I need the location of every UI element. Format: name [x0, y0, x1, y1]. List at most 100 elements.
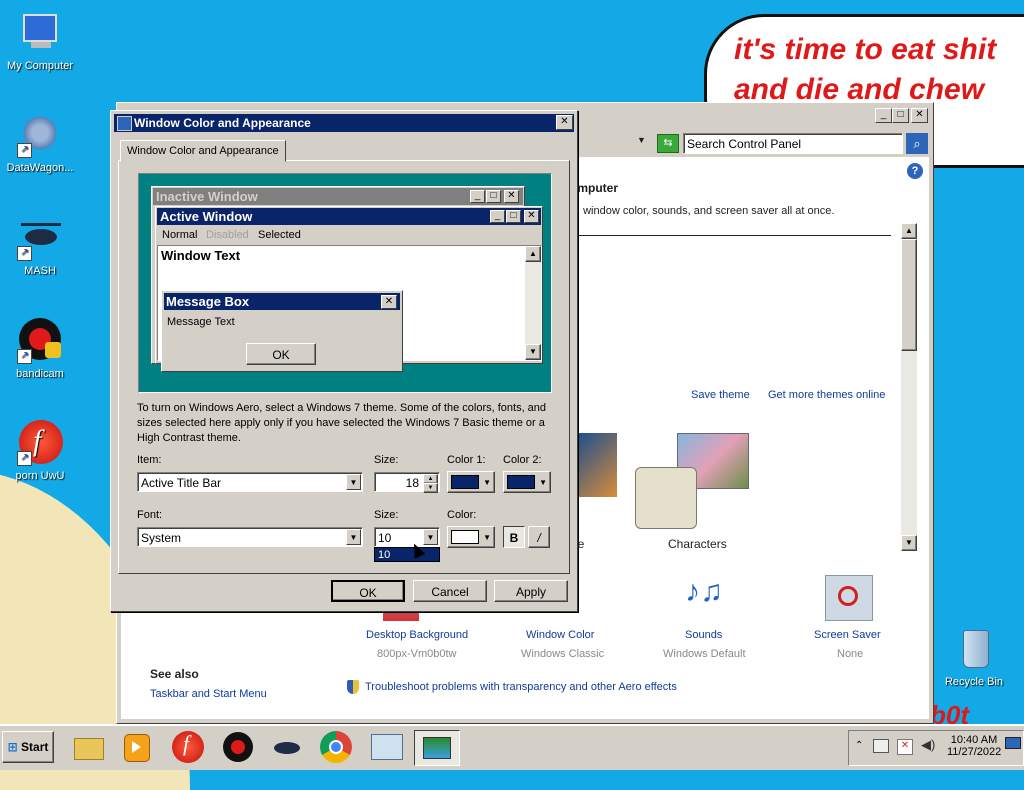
desktop-icon-label: porn UwU	[15, 470, 65, 482]
file-explorer-icon[interactable]	[70, 730, 106, 764]
shortcut-arrow-icon: ↗	[17, 246, 32, 261]
tab-panel: Inactive Window _ □ ✕ Active Window _ □ …	[118, 160, 570, 574]
preview-message-box: Message Box ✕ Message Text OK	[161, 290, 403, 372]
color1-swatch	[451, 475, 479, 489]
help-icon[interactable]: ?	[907, 163, 923, 179]
chevron-down-icon[interactable]: ▼	[346, 474, 361, 490]
preview-close-icon: ✕	[504, 190, 519, 203]
search-placeholder: Search Control Panel	[687, 137, 802, 151]
action-center-icon[interactable]: ✕	[897, 739, 913, 755]
scroll-up-arrow-icon[interactable]: ▲	[901, 223, 917, 239]
flash-player-icon[interactable]: f	[170, 730, 206, 764]
color2-label: Color 2:	[503, 454, 542, 466]
preview-inactive-title: Inactive Window	[153, 188, 523, 205]
chevron-up-icon[interactable]: ⌃	[855, 740, 863, 751]
apply-button[interactable]: Apply	[494, 580, 568, 602]
color1-picker[interactable]: ▼	[447, 471, 495, 493]
chevron-down-icon[interactable]: ▼	[346, 529, 361, 545]
dialog-app-icon	[117, 116, 132, 131]
speech-line-1: it's time to eat shit	[734, 33, 997, 66]
computer-icon	[17, 10, 63, 56]
start-button[interactable]: ⊞ Start	[2, 731, 54, 763]
dialog-title: Window Color and Appearance	[134, 116, 311, 130]
dialog-titlebar[interactable]: Window Color and Appearance ✕	[114, 114, 574, 132]
maximize-button[interactable]: □	[892, 108, 909, 123]
helicopter-icon: ↗	[17, 215, 63, 261]
cancel-button[interactable]: Cancel	[413, 580, 487, 602]
media-player-icon[interactable]	[118, 730, 154, 764]
troubleshoot-aero-link[interactable]: Troubleshoot problems with transparency …	[365, 681, 677, 693]
close-button[interactable]: ✕	[911, 108, 928, 123]
sounds-link[interactable]: Sounds	[685, 629, 722, 641]
theme-thumbnail-characters[interactable]	[635, 467, 697, 529]
show-desktop-icon[interactable]	[1005, 737, 1021, 749]
window-color-link[interactable]: Window Color	[526, 629, 594, 641]
shield-icon	[347, 680, 359, 694]
font-color-label: Color:	[447, 509, 477, 521]
font-size-select[interactable]: 10 ▼	[374, 527, 440, 547]
search-icon[interactable]: ⌕	[906, 133, 928, 154]
recycle-bin-icon	[951, 626, 997, 672]
get-more-themes-link[interactable]: Get more themes online	[768, 389, 885, 401]
font-select[interactable]: System ▼	[137, 527, 363, 547]
page-description: , window color, sounds, and screen saver…	[577, 205, 835, 217]
chrome-icon[interactable]	[318, 730, 354, 764]
windows-logo-icon: ⊞	[7, 740, 18, 754]
spinner-down-icon[interactable]: ▼	[423, 483, 438, 493]
bold-button[interactable]: B	[503, 526, 525, 548]
color1-label: Color 1:	[447, 454, 486, 466]
bandicam-taskbar-icon[interactable]	[220, 730, 256, 764]
mash-taskbar-icon[interactable]	[268, 730, 304, 764]
search-input[interactable]: Search Control Panel	[683, 133, 903, 154]
window-color-taskbar-icon[interactable]	[414, 730, 460, 766]
dialog-close-button[interactable]: ✕	[556, 115, 573, 130]
shortcut-arrow-icon: ↗	[17, 143, 32, 158]
font-size-option[interactable]: 10	[374, 547, 440, 562]
preview-window-text: Window Text	[161, 248, 241, 263]
color2-picker[interactable]: ▼	[503, 471, 551, 493]
italic-button[interactable]: /	[528, 526, 550, 548]
preview-scroll-up-icon: ▲	[525, 246, 541, 262]
save-theme-link[interactable]: Save theme	[691, 389, 750, 401]
desktop-icon-my-computer[interactable]: My Computer	[0, 10, 80, 72]
minimize-button[interactable]: _	[875, 108, 892, 123]
size-spinner-value: 18	[405, 476, 419, 490]
preview-active-title: Active Window	[157, 208, 541, 225]
screen-saver-link[interactable]: Screen Saver	[814, 629, 881, 641]
preview-msgbox-close-icon: ✕	[381, 295, 397, 309]
color2-swatch	[507, 475, 535, 489]
control-panel-taskbar-icon[interactable]	[368, 730, 404, 764]
clock[interactable]: 10:40 AM 11/27/2022	[947, 734, 1001, 758]
desktop-icon-label: bandicam	[16, 368, 64, 380]
ok-button[interactable]: OK	[331, 580, 405, 602]
chevron-down-icon[interactable]: ▼	[637, 135, 646, 145]
chevron-down-icon[interactable]: ▼	[423, 529, 438, 545]
screen-saver-value: None	[837, 648, 864, 660]
taskbar-start-menu-link[interactable]: Taskbar and Start Menu	[150, 688, 267, 700]
refresh-icon[interactable]: ⇆	[657, 134, 679, 153]
preview-scrollbar: ▲ ▼	[525, 246, 541, 360]
volume-icon[interactable]: ◀)	[921, 737, 935, 753]
item-select[interactable]: Active Title Bar ▼	[137, 472, 363, 492]
preview-msgbox-ok: OK	[246, 343, 316, 365]
scroll-thumb[interactable]	[901, 239, 917, 351]
network-icon[interactable]	[873, 739, 889, 753]
font-label: Font:	[137, 509, 163, 521]
themes-scrollbar[interactable]: ▲ ▼	[901, 223, 917, 551]
desktop-icon-mash[interactable]: ↗ MASH	[0, 215, 80, 277]
desktop-icon-bandicam[interactable]: ↗ bandicam	[0, 318, 80, 380]
desktop-background-link[interactable]: Desktop Background	[366, 629, 468, 641]
theme-thumbnail-nature[interactable]	[577, 433, 617, 497]
desktop-icon-porn-uwu[interactable]: f ↗ porn UwU	[0, 420, 80, 482]
preview-scroll-down-icon: ▼	[525, 344, 541, 360]
desktop-icon-label: Recycle Bin	[944, 676, 1004, 688]
scroll-down-arrow-icon[interactable]: ▼	[901, 535, 917, 551]
desktop-icon-datawagon[interactable]: ↗ DataWagon...	[0, 112, 80, 174]
sounds-icon: ♪♫	[685, 575, 723, 608]
desktop-icon-recycle-bin[interactable]: Recycle Bin	[934, 626, 1014, 688]
size-spinner[interactable]: 18 ▲ ▼	[374, 472, 440, 493]
item-select-value: Active Title Bar	[141, 476, 222, 490]
start-label: Start	[21, 740, 49, 754]
font-color-picker[interactable]: ▼	[447, 526, 495, 548]
tab-window-color[interactable]: Window Color and Appearance	[120, 140, 286, 162]
